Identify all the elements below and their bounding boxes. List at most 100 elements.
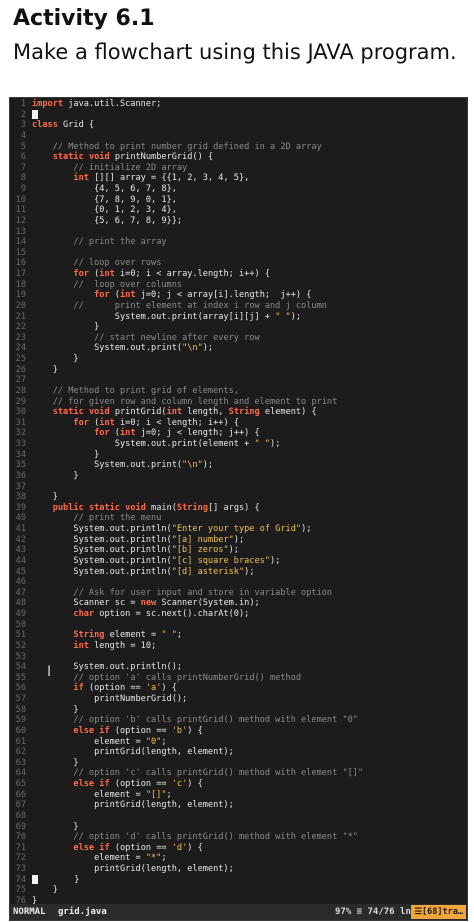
- code-line[interactable]: 28 // Method to print grid of elements,: [10, 386, 467, 397]
- code-line[interactable]: 42 System.out.println("[a] number");: [10, 535, 467, 546]
- code-line[interactable]: 41 System.out.println("Enter your type o…: [10, 524, 467, 535]
- code-line[interactable]: 57 printNumberGrid();: [10, 694, 467, 705]
- line-code: }: [32, 492, 58, 503]
- code-line[interactable]: 32 for (int j=0; j < length; j++) {: [10, 428, 467, 439]
- code-line[interactable]: 5 // Method to print number grid defined…: [10, 142, 467, 153]
- code-line[interactable]: 14 // print the array: [10, 237, 467, 248]
- line-number: 29: [15, 396, 26, 407]
- code-line[interactable]: 24 System.out.print("\n");: [10, 343, 467, 354]
- code-line[interactable]: 36 }: [10, 471, 467, 482]
- code-editor[interactable]: 1 import java.util.Scanner; 2 3 class Grid {…: [9, 97, 468, 921]
- line-number: 40: [15, 513, 26, 524]
- line-number: 26: [15, 364, 26, 375]
- code-line[interactable]: 8 int [][] array = {{1, 2, 3, 4, 5},: [10, 173, 467, 184]
- code-line[interactable]: 40 // print the menu: [10, 513, 467, 524]
- code-line[interactable]: 34 }: [10, 450, 467, 461]
- line-number: 54: [15, 662, 26, 673]
- code-line[interactable]: 9 {4, 5, 6, 7, 8},: [10, 184, 467, 195]
- code-line[interactable]: 63 }: [10, 758, 467, 769]
- code-line[interactable]: 18 // loop over columns: [10, 280, 467, 291]
- code-line[interactable]: 53: [10, 652, 467, 663]
- code-line[interactable]: 16 // loop over rows: [10, 258, 467, 269]
- code-line[interactable]: 64 // option 'c' calls printGrid() metho…: [10, 768, 467, 779]
- code-line[interactable]: 3 class Grid {: [10, 120, 467, 131]
- code-line[interactable]: 46: [10, 577, 467, 588]
- line-code: // print the menu: [73, 513, 162, 524]
- line-number: 37: [15, 481, 26, 492]
- code-line[interactable]: 10 {7, 8, 9, 0, 1},: [10, 195, 467, 206]
- code-line[interactable]: 35 System.out.print("\n");: [10, 460, 467, 471]
- code-line[interactable]: 61 element = "0";: [10, 737, 467, 748]
- line-number: 4: [20, 130, 26, 141]
- activity-subtitle: Make a flowchart using this JAVA program…: [13, 40, 457, 64]
- code-line[interactable]: 15: [10, 248, 467, 259]
- code-line[interactable]: 38 }: [10, 492, 467, 503]
- code-line[interactable]: 7 // initialize 2D array: [10, 163, 467, 174]
- code-line[interactable]: 47 // Ask for user input and store in va…: [10, 588, 467, 599]
- code-line[interactable]: 55 // option 'a' calls printNumberGrid()…: [10, 673, 467, 684]
- code-line[interactable]: 22 }: [10, 322, 467, 333]
- line-number: 50: [15, 619, 26, 630]
- code-line[interactable]: 26 }: [10, 365, 467, 376]
- code-line[interactable]: 62 printGrid(length, element);: [10, 747, 467, 758]
- code-line[interactable]: 66 element = "[]";: [10, 790, 467, 801]
- code-line[interactable]: 43 System.out.println("[b] zeros");: [10, 545, 467, 556]
- line-code: }: [32, 470, 79, 481]
- code-line[interactable]: 37: [10, 482, 467, 493]
- code-line[interactable]: 71 else if (option == 'd') {: [10, 843, 467, 854]
- code-line[interactable]: 48 Scanner sc = new Scanner(System.in);: [10, 598, 467, 609]
- line-number: 6: [20, 152, 26, 163]
- line-number: 60: [15, 725, 26, 736]
- line-code: printGrid(length, element);: [32, 747, 234, 758]
- code-line[interactable]: 30 static void printGrid(int length, Str…: [10, 407, 467, 418]
- code-line[interactable]: 29 // for given row and column length an…: [10, 397, 467, 408]
- status-bar: NORMAL grid.java 97% ≡ 74/76 ln :1 ☰[68]…: [10, 904, 467, 920]
- code-line[interactable]: 17 for (int i=0; i < array.length; i++) …: [10, 269, 467, 280]
- code-line[interactable]: 11 {0, 1, 2, 3, 4},: [10, 205, 467, 216]
- code-line[interactable]: 73 printGrid(length, element);: [10, 864, 467, 875]
- code-line[interactable]: 39 public static void main(String[] args…: [10, 503, 467, 514]
- code-line[interactable]: 13: [10, 227, 467, 238]
- code-line[interactable]: 58 }: [10, 705, 467, 716]
- line-number: 10: [15, 194, 26, 205]
- code-line[interactable]: 23 // start newline after every row: [10, 333, 467, 344]
- code-line[interactable]: 31 for (int i=0; i < length; i++) {: [10, 418, 467, 429]
- code-line[interactable]: 72 element = "*";: [10, 853, 467, 864]
- code-line[interactable]: 60 else if (option == 'b') {: [10, 726, 467, 737]
- code-line[interactable]: 69 }: [10, 822, 467, 833]
- line-code: // start newline after every row: [94, 332, 260, 343]
- code-line[interactable]: 21 System.out.print(array[i][j] + " ");: [10, 312, 467, 323]
- line-code: // print element at index i row and j co…: [73, 300, 327, 311]
- code-line[interactable]: 56 if (option == 'a') {: [10, 683, 467, 694]
- line-number: 7: [20, 162, 26, 173]
- line-code: }: [32, 449, 100, 460]
- code-line[interactable]: 20 // print element at index i row and j…: [10, 301, 467, 312]
- code-line[interactable]: 27: [10, 375, 467, 386]
- code-line[interactable]: 12 {5, 6, 7, 8, 9}};: [10, 216, 467, 227]
- line-code: System.out.println("[a] number");: [32, 534, 245, 545]
- code-line[interactable]: 52 int length = 10;: [10, 641, 467, 652]
- code-line[interactable]: 25 }: [10, 354, 467, 365]
- code-line[interactable]: 50: [10, 620, 467, 631]
- line-code: // initialize 2D array: [73, 162, 188, 173]
- code-line[interactable]: 2: [10, 109, 467, 121]
- code-line[interactable]: 6 static void printNumberGrid() {: [10, 152, 467, 163]
- code-line[interactable]: 59 // option 'b' calls printGrid() metho…: [10, 715, 467, 726]
- code-line[interactable]: 51 String element = " ";: [10, 630, 467, 641]
- code-line[interactable]: 49 char option = sc.next().charAt(0);: [10, 609, 467, 620]
- code-line[interactable]: 44 System.out.println("[c] square braces…: [10, 556, 467, 567]
- line-number: 2: [20, 109, 26, 120]
- code-line[interactable]: 33 System.out.print(element + " ");: [10, 439, 467, 450]
- code-line[interactable]: 75 }: [10, 885, 467, 896]
- mode-indicator: NORMAL: [13, 907, 46, 917]
- code-line[interactable]: 65 else if (option == 'c') {: [10, 779, 467, 790]
- code-line[interactable]: 74 }: [10, 874, 467, 886]
- code-line[interactable]: 19 for (int j=0; j < array[i].length; j+…: [10, 290, 467, 301]
- code-line[interactable]: 67 printGrid(length, element);: [10, 800, 467, 811]
- code-line[interactable]: 70 // option 'd' calls printGrid() metho…: [10, 832, 467, 843]
- code-line[interactable]: 1 import java.util.Scanner;: [10, 99, 467, 110]
- code-line[interactable]: 54 System.out.println();: [10, 662, 467, 673]
- code-line[interactable]: 68: [10, 811, 467, 822]
- code-line[interactable]: 45 System.out.println("[d] asterisk");: [10, 567, 467, 578]
- code-line[interactable]: 4: [10, 131, 467, 142]
